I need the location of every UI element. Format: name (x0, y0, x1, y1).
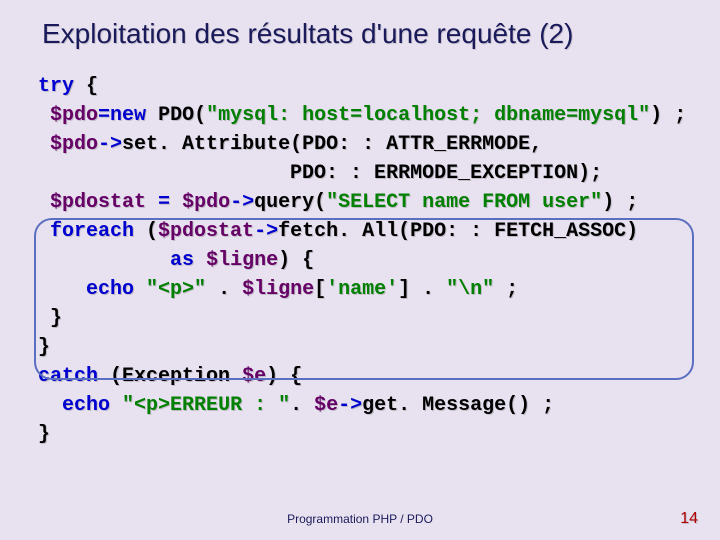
var-pdo: $pdo (50, 133, 98, 156)
sp (38, 220, 50, 243)
kw-echo: echo (62, 394, 110, 417)
sp (38, 278, 86, 301)
paren-close: ) (602, 191, 614, 214)
var-pdo: $pdo (182, 191, 230, 214)
brace-close: } (38, 423, 50, 446)
paren-open: ( (290, 133, 302, 156)
paren-open: ( (398, 220, 410, 243)
kw-foreach: foreach (50, 220, 134, 243)
concat: . (206, 278, 242, 301)
semi: ; (530, 394, 554, 417)
paren-close: ) (650, 104, 662, 127)
bracket-close: ] (398, 278, 410, 301)
kw-catch: catch (38, 365, 98, 388)
sp (38, 104, 50, 127)
bracket-open: [ (314, 278, 326, 301)
page-number: 14 (680, 510, 698, 528)
paren-close: ) (626, 220, 638, 243)
parens: () (506, 394, 530, 417)
brace-close: } (38, 336, 50, 359)
sp (38, 191, 50, 214)
slide-title: Exploitation des résultats d'une requête… (0, 0, 720, 50)
op-eqnew: =new (98, 104, 146, 127)
op-arrow: -> (230, 191, 254, 214)
paren-close: ); (578, 162, 602, 185)
var-e: $e (314, 394, 338, 417)
op-arrow: -> (254, 220, 278, 243)
sp (38, 307, 50, 330)
cls-exception: Exception (122, 365, 230, 388)
paren-brace: ) { (278, 249, 314, 272)
sp (38, 133, 50, 156)
semi: ; (662, 104, 686, 127)
op-arrow: -> (98, 133, 122, 156)
semi: ; (614, 191, 638, 214)
str-erreur: "<p>ERREUR : " (122, 394, 290, 417)
var-pdostat: $pdostat (158, 220, 254, 243)
fn-getmessage: get. Message (362, 394, 506, 417)
fn-setattr: set. Attribute (122, 133, 290, 156)
sp (230, 365, 242, 388)
paren-brace: ) { (266, 365, 302, 388)
fn-query: query (254, 191, 314, 214)
sp: ( (98, 365, 122, 388)
str-dsn: "mysql: host=localhost; dbname=mysql" (206, 104, 650, 127)
const-exception: PDO: : ERRMODE_EXCEPTION (290, 162, 578, 185)
paren-open: ( (194, 104, 206, 127)
kw-try: try (38, 75, 74, 98)
op-eq: = (158, 191, 170, 214)
const-fetchassoc: PDO: : FETCH_ASSOC (410, 220, 626, 243)
const-errmode: PDO: : ATTR_ERRMODE, (302, 133, 542, 156)
sp (194, 249, 206, 272)
sp (146, 191, 158, 214)
kw-as: as (170, 249, 194, 272)
sp (38, 162, 290, 185)
concat: . (410, 278, 446, 301)
sp (38, 394, 62, 417)
code-block: try { $pdo=new PDO("mysql: host=localhos… (0, 50, 720, 449)
sp: ( (134, 220, 158, 243)
sp (134, 278, 146, 301)
fn-fetchall: fetch. All (278, 220, 398, 243)
kw-echo: echo (86, 278, 134, 301)
str-sql: "SELECT name FROM user" (326, 191, 602, 214)
var-e: $e (242, 365, 266, 388)
var-ligne: $ligne (206, 249, 278, 272)
sp (170, 191, 182, 214)
concat: . (290, 394, 314, 417)
semi: ; (494, 278, 518, 301)
brace-open: { (86, 75, 98, 98)
str-name: 'name' (326, 278, 398, 301)
paren-open: ( (314, 191, 326, 214)
var-pdostat: $pdostat (50, 191, 146, 214)
brace-close: } (50, 307, 62, 330)
var-pdo: $pdo (50, 104, 98, 127)
footer-text: Programmation PHP / PDO (0, 512, 720, 526)
sp (38, 249, 170, 272)
op-arrow: -> (338, 394, 362, 417)
var-ligne: $ligne (242, 278, 314, 301)
str-nl: "\n" (446, 278, 494, 301)
str-p: "<p>" (146, 278, 206, 301)
cls-pdo: PDO (158, 104, 194, 127)
sp (110, 394, 122, 417)
